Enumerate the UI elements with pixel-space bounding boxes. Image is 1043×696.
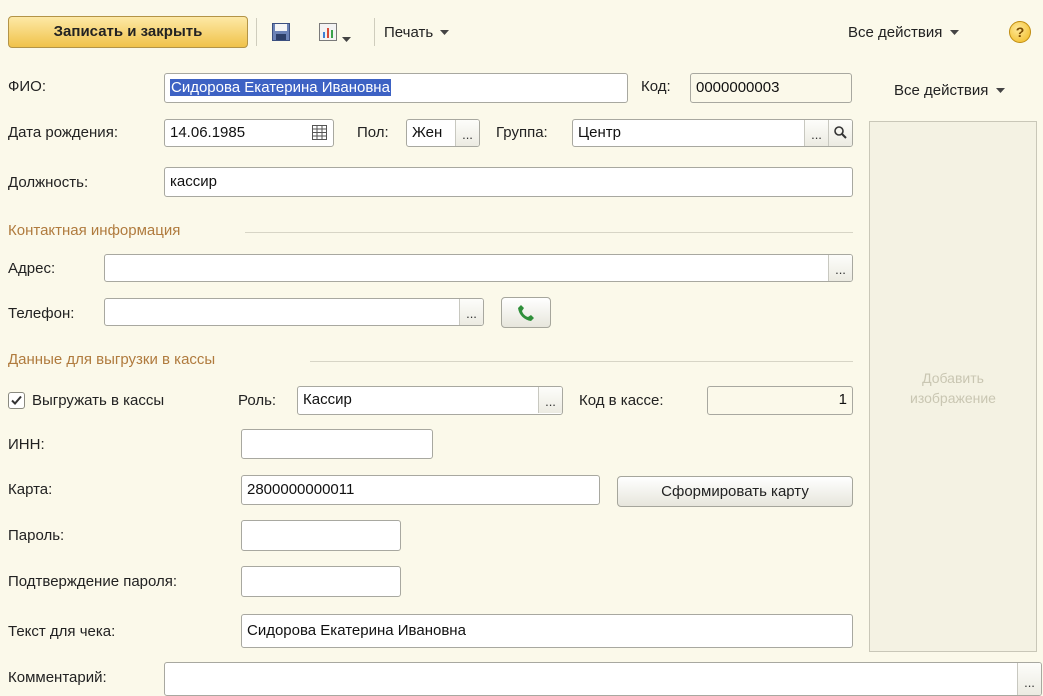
all-actions-menu[interactable]: Все действия (848, 24, 959, 41)
cash-code-label: Код в кассе: (579, 392, 664, 409)
cash-section-divider (310, 361, 853, 362)
birth-date-value: 14.06.1985 (170, 124, 246, 141)
calendar-icon[interactable] (312, 125, 327, 144)
group-select-button[interactable]: ... (804, 120, 828, 146)
confirm-password-field[interactable] (241, 566, 401, 597)
role-field[interactable]: Кассир ... (297, 386, 563, 415)
receipt-text-value: Сидорова Екатерина Ивановна (247, 622, 466, 639)
confirm-password-label: Подтверждение пароля: (8, 573, 178, 590)
birth-date-label: Дата рождения: (8, 124, 118, 141)
group-field[interactable]: Центр ... (572, 119, 853, 147)
print-label: Печать (384, 24, 434, 41)
comment-label: Комментарий: (8, 669, 107, 686)
address-label: Адрес: (8, 260, 56, 277)
fio-label: ФИО: (8, 78, 47, 95)
phone-handset-icon (518, 305, 534, 321)
help-icon[interactable]: ? (1009, 21, 1031, 43)
sex-field[interactable]: Жен ... (406, 119, 480, 147)
role-label: Роль: (238, 392, 277, 409)
phone-select-button[interactable]: ... (459, 299, 483, 325)
phone-field[interactable]: ... (104, 298, 484, 326)
card-value: 2800000000011 (247, 481, 355, 498)
inn-label: ИНН: (8, 436, 45, 453)
card-label: Карта: (8, 481, 53, 498)
cash-code-value: 1 (838, 391, 847, 408)
call-button[interactable] (501, 297, 551, 328)
chevron-down-icon (995, 88, 1005, 94)
phone-label: Телефон: (8, 305, 75, 322)
toolbar-separator (256, 18, 257, 46)
print-menu[interactable]: Печать (384, 24, 450, 41)
checkmark-icon (11, 395, 22, 405)
report-chart-icon[interactable] (319, 23, 337, 41)
receipt-text-field[interactable]: Сидорова Екатерина Ивановна (241, 614, 853, 648)
sex-value: Жен (412, 124, 443, 141)
contact-section-title: Контактная информация (8, 222, 181, 239)
group-label: Группа: (496, 124, 548, 141)
password-label: Пароль: (8, 527, 65, 544)
card-field[interactable]: 2800000000011 (241, 475, 600, 505)
fio-field[interactable]: Сидорова Екатерина Ивановна (164, 73, 628, 103)
make-card-button[interactable]: Сформировать карту (617, 476, 853, 507)
group-search-button[interactable] (828, 120, 852, 146)
all-actions-label: Все действия (848, 24, 943, 41)
image-panel[interactable]: Добавить изображение (869, 121, 1037, 652)
code-field[interactable]: 0000000003 (690, 73, 852, 103)
add-image-link[interactable]: Добавить изображение (890, 368, 1016, 408)
save-floppy-icon[interactable] (272, 23, 290, 41)
position-label: Должность: (8, 174, 89, 191)
contact-section-divider (245, 232, 853, 233)
sex-select-button[interactable]: ... (455, 120, 479, 146)
export-label[interactable]: Выгружать в кассы (32, 392, 164, 409)
chevron-down-icon (949, 30, 959, 36)
make-card-label: Сформировать карту (661, 483, 809, 500)
comment-select-button[interactable]: ... (1017, 663, 1041, 695)
cash-code-field[interactable]: 1 (707, 386, 853, 415)
password-field[interactable] (241, 520, 401, 551)
receipt-text-label: Текст для чека: (8, 623, 116, 640)
save-and-close-label: Записать и закрыть (53, 23, 203, 40)
birth-date-field[interactable]: 14.06.1985 (164, 119, 334, 147)
code-label: Код: (641, 78, 671, 95)
toolbar-separator (374, 18, 375, 46)
search-icon (834, 126, 847, 139)
inn-field[interactable] (241, 429, 433, 459)
save-and-close-button[interactable]: Записать и закрыть (8, 16, 248, 48)
help-symbol: ? (1015, 24, 1025, 40)
address-field[interactable]: ... (104, 254, 853, 282)
sex-label: Пол: (357, 124, 389, 141)
group-value: Центр (578, 124, 621, 141)
role-value: Кассир (303, 391, 352, 408)
fio-selected-text: Сидорова Екатерина Ивановна (170, 79, 391, 96)
chevron-down-icon[interactable] (342, 30, 351, 47)
address-select-button[interactable]: ... (828, 255, 852, 281)
role-select-button[interactable]: ... (538, 387, 562, 413)
chevron-down-icon (440, 30, 450, 36)
cash-section-title: Данные для выгрузки в кассы (8, 351, 216, 368)
panel-all-actions-menu[interactable]: Все действия (894, 82, 1005, 99)
panel-all-actions-label: Все действия (894, 82, 989, 99)
position-field[interactable]: кассир (164, 167, 853, 197)
export-checkbox[interactable] (8, 392, 25, 409)
position-value: кассир (170, 173, 217, 190)
